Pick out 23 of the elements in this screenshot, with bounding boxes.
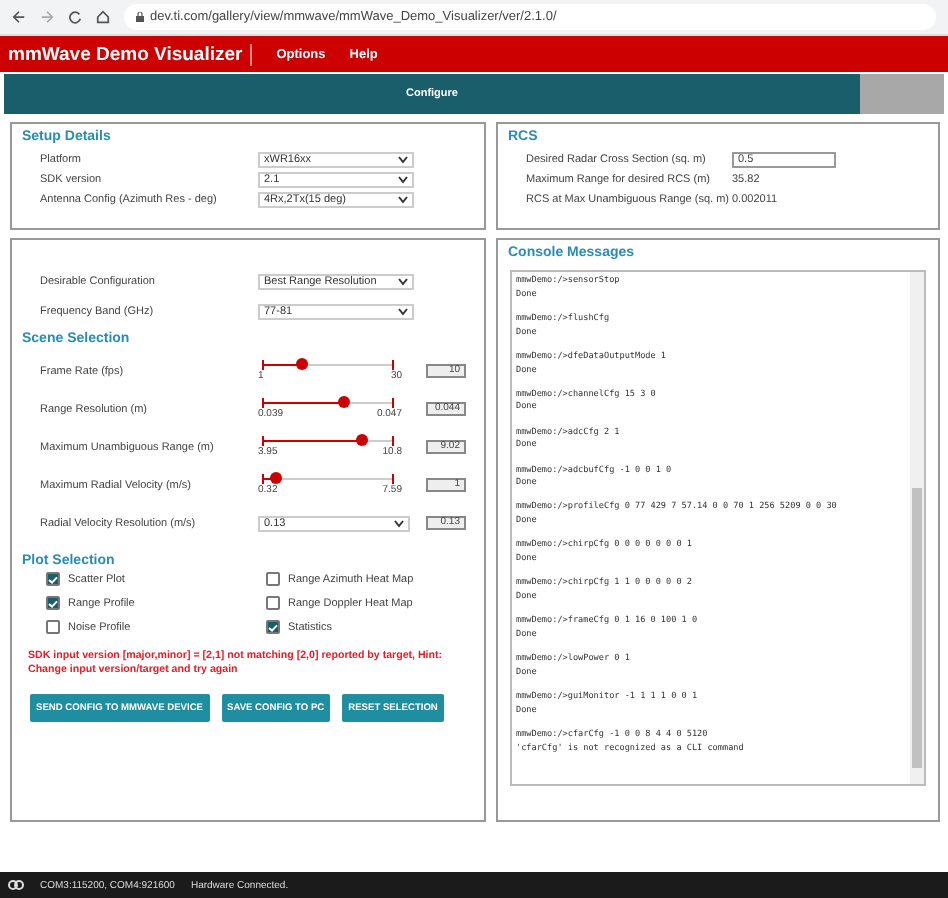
slider-thumb[interactable]: [337, 396, 350, 408]
caret-icon: [394, 519, 404, 527]
caret-icon: [398, 176, 408, 184]
caret-icon: [398, 307, 408, 315]
checkbox[interactable]: [266, 620, 280, 634]
link-icon: [8, 880, 24, 890]
app-title: mmWave Demo Visualizer: [8, 43, 253, 65]
reload-icon[interactable]: [68, 10, 82, 24]
checkbox[interactable]: [46, 572, 60, 586]
checkbox[interactable]: [46, 620, 60, 634]
slider-thumb[interactable]: [269, 472, 282, 484]
checkbox[interactable]: [46, 596, 60, 610]
caret-icon: [398, 196, 408, 204]
back-arrow-icon[interactable]: [12, 10, 26, 24]
caret-icon: [398, 277, 408, 285]
slider-thumb[interactable]: [356, 434, 369, 446]
slider-thumb[interactable]: [295, 358, 308, 370]
scrollbar[interactable]: [910, 272, 924, 784]
home-icon[interactable]: [96, 10, 110, 24]
checkbox[interactable]: [266, 596, 280, 610]
checkbox[interactable]: [266, 572, 280, 586]
lock-icon: [136, 12, 144, 22]
caret-icon: [398, 156, 408, 164]
